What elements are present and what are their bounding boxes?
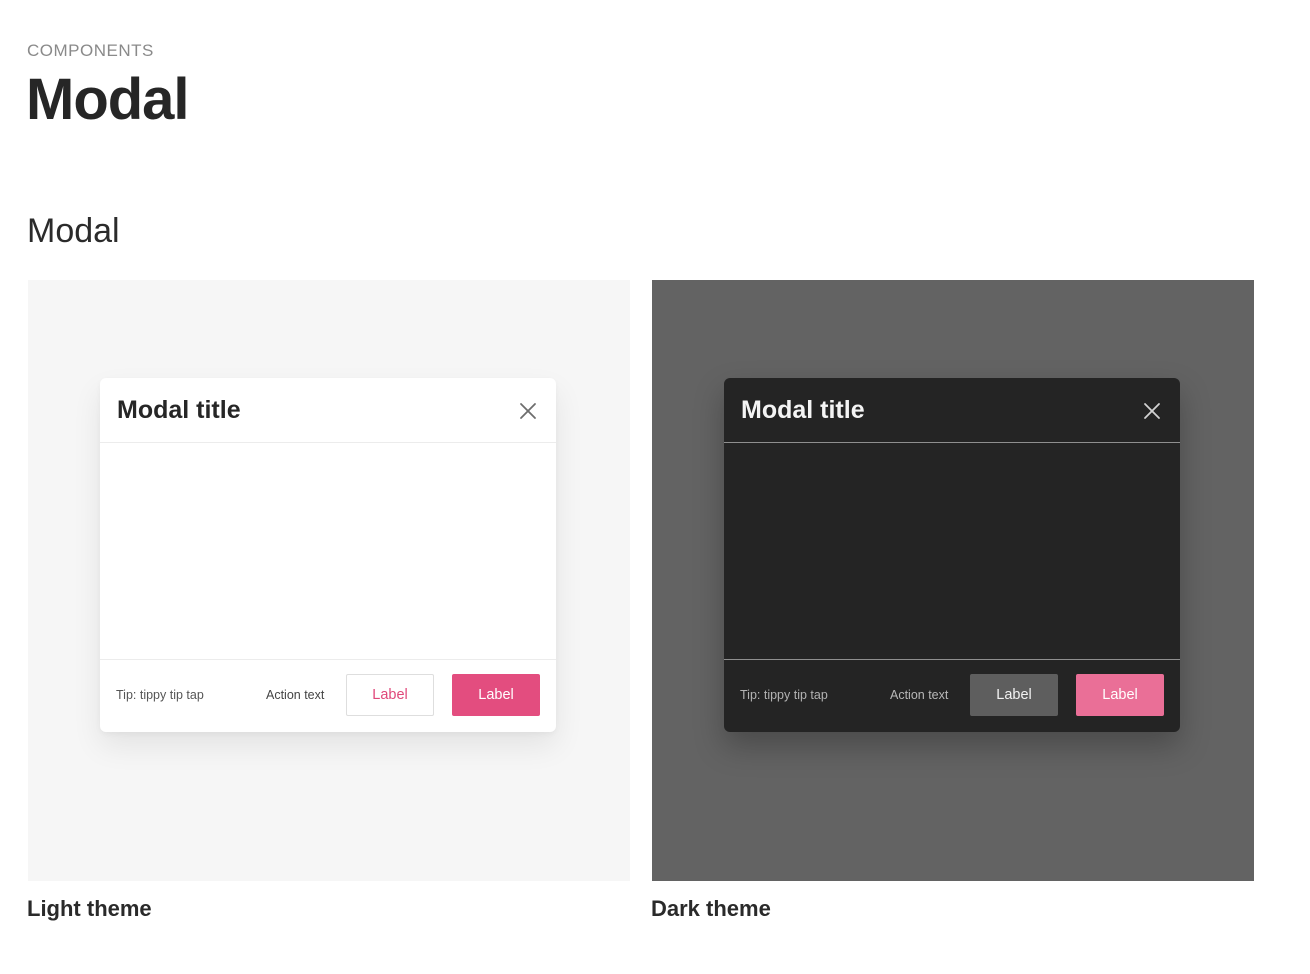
modal-primary-button[interactable]: Label [452,674,540,716]
modal-footer: Tip: tippy tip tap Action text Label Lab… [100,659,556,732]
section-title: Modal [27,212,120,250]
modal-header: Modal title [724,378,1180,443]
dark-theme-preview: Modal title Tip: tippy tip tap Action te… [652,280,1254,881]
close-icon [520,403,536,419]
modal-close-button[interactable] [1140,399,1164,423]
modal-close-button[interactable] [516,399,540,423]
modal-footer: Tip: tippy tip tap Action text Label Lab… [724,659,1180,732]
dark-theme-caption: Dark theme [651,896,771,921]
modal-title: Modal title [741,396,865,424]
close-icon [1144,403,1160,419]
modal-tip-text: Tip: tippy tip tap [116,688,204,702]
light-theme-caption: Light theme [27,896,152,921]
modal-title: Modal title [117,396,241,424]
modal-tip-text: Tip: tippy tip tap [740,688,828,702]
modal-primary-button[interactable]: Label [1076,674,1164,716]
modal-action-text-link[interactable]: Action text [266,688,324,702]
page-title: Modal [26,67,190,132]
modal-secondary-button[interactable]: Label [346,674,434,716]
modal-dialog: Modal title Tip: tippy tip tap Action te… [724,378,1180,732]
modal-secondary-button[interactable]: Label [970,674,1058,716]
modal-dialog: Modal title Tip: tippy tip tap Action te… [100,378,556,732]
page-eyebrow: COMPONENTS [27,41,154,60]
modal-action-text-link[interactable]: Action text [890,688,948,702]
modal-header: Modal title [100,378,556,443]
light-theme-preview: Modal title Tip: tippy tip tap Action te… [28,280,630,881]
